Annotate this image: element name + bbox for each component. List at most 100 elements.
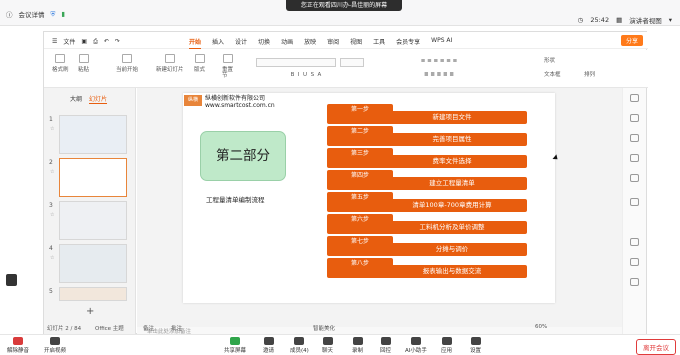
unmute-button[interactable]: 解除静音 [7, 337, 29, 354]
format-painter-button[interactable]: 格式刷 [52, 54, 69, 73]
step-tag-8: 第八步 [327, 258, 393, 269]
step-tag-5: 第五步 [327, 192, 393, 203]
tab-outline[interactable]: 大纲 [70, 94, 82, 103]
tab-wps-ai[interactable]: WPS AI [431, 37, 452, 49]
apps-button[interactable]: 应用 [441, 337, 452, 354]
step-text-2: 完善项目属性 [432, 135, 472, 143]
record-button[interactable]: 录制 [352, 337, 363, 354]
tab-review[interactable]: 审阅 [327, 37, 339, 49]
zoom-level[interactable]: 60% [535, 324, 547, 330]
font-size-select[interactable] [340, 58, 364, 67]
tab-slideshow[interactable]: 放映 [304, 37, 316, 49]
arrange-button[interactable]: 排列 [584, 70, 595, 78]
slide-thumbnail-2[interactable] [59, 158, 127, 197]
slide-number: 3 [49, 202, 53, 209]
slide-thumbnail-4[interactable] [59, 244, 127, 283]
leave-meeting-button[interactable]: 离开会议 [636, 339, 676, 355]
tab-start[interactable]: 开始 [189, 37, 202, 49]
start-video-button[interactable]: 开启视频 [44, 337, 66, 354]
location-icon[interactable] [630, 258, 639, 266]
part-title-box[interactable]: 第二部分 [200, 131, 286, 181]
star-icon: ☆ [50, 255, 55, 261]
invite-button[interactable]: 邀请 [263, 337, 274, 354]
slide-thumbnail-5[interactable] [59, 287, 127, 301]
slide-thumbnail-3[interactable] [59, 201, 127, 240]
textbox-button[interactable]: 文本框 [544, 70, 561, 78]
section-button[interactable]: 节 [222, 71, 228, 79]
transition-icon[interactable] [630, 154, 639, 162]
layout-label: 版式 [194, 67, 206, 73]
share-screen-icon [230, 337, 240, 345]
view-mode-icon: ▦ [616, 16, 623, 24]
animation-icon[interactable] [630, 134, 639, 142]
tab-animation[interactable]: 动画 [281, 37, 293, 49]
meeting-controls-right: ◷ 25:42 ▦ 演讲者视图 ▾ [578, 15, 672, 25]
step-text-6: 工料机分析及单价调整 [419, 223, 485, 231]
font-style-buttons[interactable]: B I U S A [256, 72, 356, 80]
layout-button[interactable]: 版式 [194, 54, 205, 73]
current-slide[interactable]: 纵横 纵横创新软件有限公司 www.smartcost.com.cn 第二部分 … [183, 93, 555, 303]
shapes-icon[interactable] [630, 174, 639, 182]
chat-button[interactable]: 聊天 [322, 337, 333, 354]
flow-title: 工程量清单编制流程 [206, 196, 265, 204]
ribbon-toolbar: 格式刷 粘贴 当前开始 新建幻灯片 版式 重置 节 B I U S A ≡ ≡ … [44, 50, 648, 88]
meeting-details-link[interactable]: 会议详情 [19, 9, 45, 19]
print-icon[interactable]: ⎙ [93, 38, 98, 46]
meeting-timer: 25:42 [590, 16, 610, 24]
step-text-5: 清单100章-700章费用计算 [412, 201, 492, 209]
share-icon[interactable] [630, 278, 639, 286]
settings-button[interactable]: 设置 [470, 337, 481, 354]
tab-design[interactable]: 设计 [235, 37, 247, 49]
app-status-bar: 幻灯片 2 / 84 Office 主题 备注 批注 智能美化 60% [43, 322, 647, 334]
shape-label: 形状 [544, 58, 556, 64]
new-slide-button[interactable]: 新建幻灯片 [156, 54, 184, 73]
members-button[interactable]: 成员(4) [290, 337, 309, 354]
unmute-label: 解除静音 [7, 348, 30, 354]
format-painter-label: 格式刷 [52, 67, 69, 73]
remote-control-button[interactable]: 回控 [380, 337, 391, 354]
add-slide-button[interactable]: + [86, 306, 94, 317]
chevron-down-icon[interactable]: ▾ [669, 16, 672, 24]
help-icon[interactable] [630, 238, 639, 246]
tab-view[interactable]: 视图 [350, 37, 362, 49]
properties-icon[interactable] [630, 94, 639, 102]
slide-thumbnail-1[interactable] [59, 115, 127, 154]
font-family-select[interactable] [256, 58, 336, 67]
settings-icon[interactable] [630, 198, 639, 206]
shape-button[interactable]: 形状 [544, 56, 555, 64]
paste-button[interactable]: 粘贴 [78, 54, 89, 73]
tab-tools[interactable]: 工具 [373, 37, 385, 49]
step-tag-3: 第三步 [327, 148, 393, 159]
tab-transition[interactable]: 切换 [258, 37, 270, 49]
view-mode-button[interactable]: 演讲者视图 [629, 15, 662, 25]
share-screen-label: 共享屏幕 [224, 348, 247, 354]
remote-control-label: 回控 [380, 348, 392, 354]
tab-insert[interactable]: 插入 [212, 37, 224, 49]
apps-icon [441, 337, 452, 345]
smart-beautify-button[interactable]: 智能美化 [313, 324, 335, 332]
paragraph-buttons[interactable]: ≡ ≡ ≡ ≡ ≡ ≡ [394, 58, 484, 66]
step-text-1: 新建项目文件 [432, 113, 472, 121]
theme-name: Office 主题 [95, 326, 124, 332]
share-button[interactable]: 分享 [620, 35, 643, 46]
undo-icon[interactable]: ↶ [104, 38, 109, 45]
shield-icon: ⛨ [50, 9, 56, 18]
info-icon[interactable]: ⓘ [6, 9, 13, 19]
redo-icon[interactable]: ↷ [115, 38, 120, 45]
share-screen-button[interactable]: 共享屏幕 [224, 337, 246, 354]
tab-member[interactable]: 会员专享 [396, 37, 420, 49]
comment-toggle[interactable]: 批注 [171, 324, 182, 332]
save-icon[interactable]: ▣ [81, 38, 87, 45]
design-icon[interactable] [630, 114, 639, 122]
tab-slides[interactable]: 幻灯片 [89, 94, 108, 104]
play-from-current-button[interactable]: 当前开始 [116, 54, 138, 73]
menu-icon[interactable]: ☰ [52, 38, 57, 45]
notes-toggle[interactable]: 备注 [143, 324, 154, 332]
ai-assistant-button[interactable]: AI小助手 [405, 337, 427, 354]
chat-side-icon[interactable] [6, 274, 17, 286]
signal-icon: ▮ [61, 10, 65, 18]
file-menu[interactable]: 文件 [63, 37, 75, 46]
new-slide-label: 新建幻灯片 [156, 67, 184, 73]
new-slide-icon [164, 54, 175, 63]
alignment-buttons[interactable]: ≣ ≣ ≣ ≣ ≣ [394, 72, 484, 80]
